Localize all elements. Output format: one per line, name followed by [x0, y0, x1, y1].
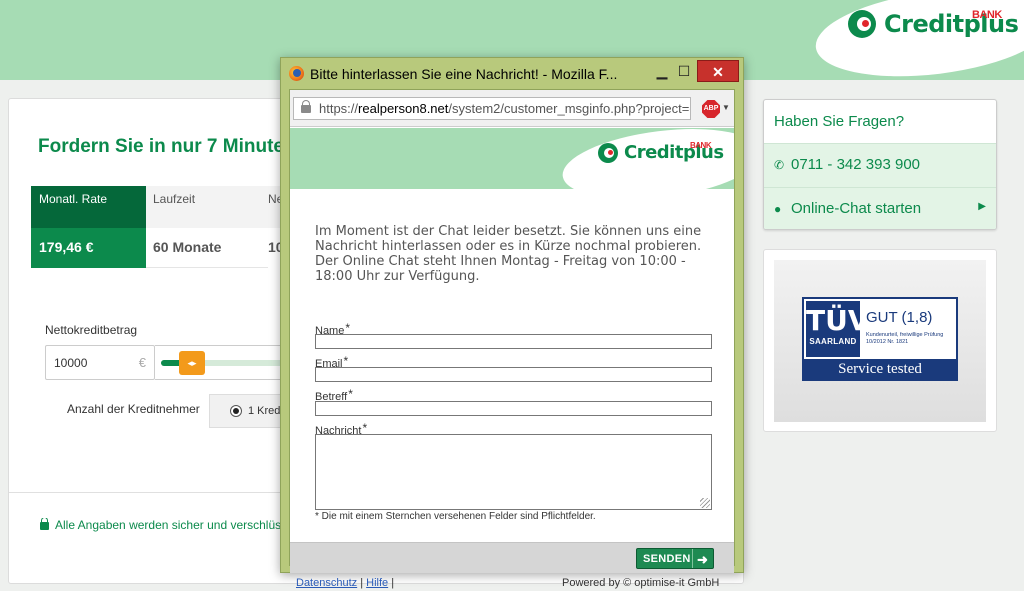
creditplus-logo[interactable]: Creditplus BANK [848, 9, 1019, 38]
email-input[interactable] [315, 367, 712, 382]
borrowers-radio-label: 1 Kredi [248, 405, 283, 417]
padlock-icon [301, 100, 311, 113]
lock-icon [40, 518, 49, 530]
tuv-service-tested: Service tested [804, 359, 956, 379]
net-amount-label: Nettokreditbetrag [45, 323, 138, 337]
subject-input[interactable] [315, 401, 712, 416]
required-mark: * [343, 354, 349, 368]
required-fields-note: * Die mit einem Sternchen versehenen Fel… [315, 511, 596, 522]
arrow-right-icon: ➜ [697, 552, 709, 567]
url-bar-row: https://realperson8.net/system2/customer… [290, 90, 734, 127]
popup-content: https://realperson8.net/system2/customer… [289, 89, 735, 589]
required-mark: * [345, 321, 351, 335]
security-notice-text: Alle Angaben werden sicher und verschlüs… [55, 518, 290, 532]
tuv-seal[interactable]: TÜV SAARLAND GUT (1,8) Kundenurteil, fre… [802, 297, 958, 381]
chat-icon: ● [774, 202, 782, 216]
creditplus-logo-icon [848, 10, 876, 38]
online-chat-button[interactable]: ● Online-Chat starten ▶ [764, 187, 996, 229]
euro-symbol: € [138, 355, 146, 370]
table-header-term: Laufzeit [146, 186, 268, 228]
tuv-logo: TÜV SAARLAND [806, 301, 870, 357]
table-header-rate: Monatl. Rate [31, 186, 146, 228]
phone-number: 0711 - 342 393 900 [791, 156, 921, 173]
send-button[interactable]: SENDEN ➜ [636, 548, 714, 569]
footer-links: Datenschutz | Hilfe | [296, 577, 394, 589]
tuv-small-line-1: Kundenurteil, freiwillige Prüfung [866, 332, 944, 338]
logo-bank-text: BANK [972, 9, 1002, 21]
radio-selected-icon[interactable] [230, 405, 242, 417]
table-value-term: 60 Monate [146, 228, 268, 268]
popup-title: Bitte hinterlassen Sie eine Nachricht! -… [310, 66, 618, 82]
send-bar: SENDEN ➜ [290, 542, 734, 573]
popup-titlebar[interactable]: Bitte hinterlassen Sie eine Nachricht! -… [281, 58, 743, 89]
adblock-dropdown-icon[interactable]: ▼ [722, 103, 730, 112]
send-button-label: SENDEN [643, 552, 691, 565]
help-card: Haben Sie Fragen? ✆ 0711 - 342 393 900 ● O… [763, 99, 997, 230]
url-bar[interactable]: https://realperson8.net/system2/customer… [293, 97, 691, 120]
help-link[interactable]: Hilfe [366, 577, 388, 589]
borrowers-radio-one[interactable]: 1 Kredi [209, 394, 289, 428]
slider-handle[interactable]: ◂▸ [179, 351, 205, 375]
privacy-link[interactable]: Datenschutz [296, 577, 357, 589]
chevron-right-icon: ▶ [978, 201, 986, 212]
required-mark: * [362, 421, 368, 435]
popup-logo-bank-text: BANK [690, 141, 712, 150]
send-button-separator [692, 549, 693, 568]
tuv-small-line-2: 10/2012 Nr. 1821 [866, 339, 909, 345]
tuv-logo-text: TÜV [806, 304, 870, 337]
tuv-grade: GUT (1,8) [866, 309, 933, 326]
net-amount-slider[interactable]: ◂▸ [155, 345, 289, 380]
url-host: realperson8.net [358, 101, 449, 116]
chat-popup-window: Bitte hinterlassen Sie eine Nachricht! -… [280, 57, 744, 589]
required-mark: * [348, 387, 353, 401]
link-separator: | [360, 577, 364, 589]
powered-by: Powered by © optimise-it GmbH [562, 577, 720, 589]
phone-icon: ✆ [774, 158, 785, 172]
url-scheme: https:// [319, 101, 359, 116]
popup-creditplus-logo: Creditplus BANK [598, 141, 724, 163]
tuv-small-print: Kundenurteil, freiwillige Prüfung 10/201… [866, 332, 954, 346]
net-amount-input[interactable]: 10000 € [45, 345, 155, 380]
borrowers-label: Anzahl der Kreditnehmer [67, 402, 200, 416]
maximize-button[interactable]: ☐ [669, 60, 699, 82]
message-textarea[interactable] [315, 434, 712, 510]
url-path: /system2/customer_msginfo.php?project=on… [448, 101, 691, 116]
tuv-region: SAARLAND [809, 337, 857, 346]
security-notice: Alle Angaben werden sicher und verschlüs… [40, 518, 290, 532]
net-amount-value: 10000 [54, 356, 88, 370]
page-title: Fordern Sie in nur 7 Minuten [38, 136, 296, 157]
online-chat-label: Online-Chat starten [791, 200, 922, 217]
phone-row[interactable]: ✆ 0711 - 342 393 900 [764, 143, 996, 187]
adblock-icon[interactable]: ABP [702, 100, 720, 118]
popup-logo-icon [598, 142, 618, 163]
name-input[interactable] [315, 334, 712, 349]
popup-banner: Creditplus BANK [290, 128, 734, 189]
chat-busy-message: Im Moment ist der Chat leider besetzt. S… [315, 224, 702, 284]
firefox-icon [289, 66, 304, 81]
close-button[interactable]: ✕ [697, 60, 739, 82]
help-title: Haben Sie Fragen? [774, 113, 905, 130]
link-separator: | [391, 577, 395, 589]
table-value-rate: 179,46 € [31, 228, 146, 268]
tuv-seal-card: TÜV SAARLAND GUT (1,8) Kundenurteil, fre… [763, 249, 997, 432]
